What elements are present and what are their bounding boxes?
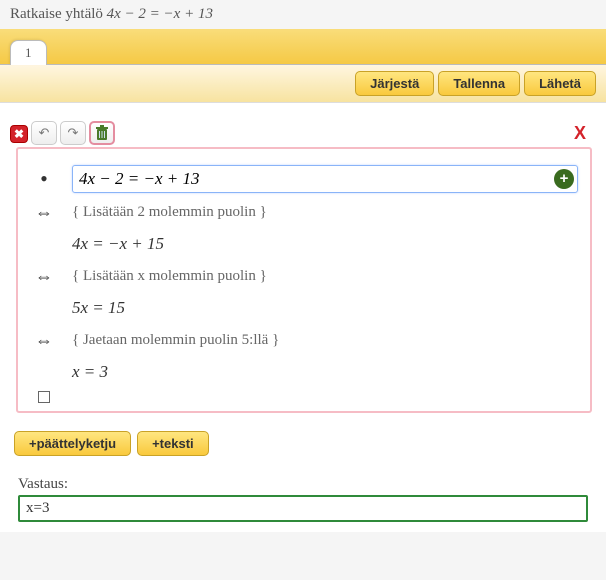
step-row: ⇔ { Lisätään 2 molemmin puolin } xyxy=(30,199,578,225)
iff-icon: ⇔ xyxy=(30,266,58,287)
step-row: 4x = −x + 15 xyxy=(30,231,578,257)
step-row: ⇔ { Lisätään x molemmin puolin } xyxy=(30,263,578,289)
tab-bar: 1 xyxy=(0,29,606,65)
end-marker xyxy=(38,391,50,403)
step-expression: 4x = −x + 15 xyxy=(72,234,578,254)
close-panel-button[interactable]: X xyxy=(568,123,592,144)
sort-button[interactable]: Järjestä xyxy=(355,71,434,96)
tab-1[interactable]: 1 xyxy=(10,40,47,65)
mini-toolbar: ✖ ↶ ↷ X xyxy=(14,121,592,145)
trash-icon xyxy=(95,125,109,141)
answer-label: Vastaus: xyxy=(18,476,588,493)
step-row: x = 3 xyxy=(30,359,578,385)
step-comment: { Lisätään x molemmin puolin } xyxy=(72,268,578,285)
step-row: 5x = 15 xyxy=(30,295,578,321)
close-icon[interactable]: ✖ xyxy=(10,125,28,143)
step-expression: 5x = 15 xyxy=(72,298,578,318)
add-text-button[interactable]: +teksti xyxy=(137,431,209,456)
iff-icon: ⇔ xyxy=(30,330,58,351)
add-chain-button[interactable]: +päättelyketju xyxy=(14,431,131,456)
redo-button[interactable]: ↷ xyxy=(60,121,86,145)
add-step-button[interactable]: + xyxy=(554,169,574,189)
equation-input[interactable]: 4x − 2 = −x + 13 xyxy=(72,165,578,193)
derivation-block: • 4x − 2 = −x + 13 + ⇔ { Lisätään 2 mole… xyxy=(16,147,592,413)
answer-input[interactable]: x=3 xyxy=(18,495,588,522)
action-row: Järjestä Tallenna Lähetä xyxy=(0,65,606,103)
step-row: ⇔ { Jaetaan molemmin puolin 5:llä } xyxy=(30,327,578,353)
answer-block: Vastaus: x=3 xyxy=(14,476,592,522)
redo-icon: ↷ xyxy=(68,125,79,141)
page-title: Ratkaise yhtälö 4x − 2 = −x + 13 xyxy=(0,0,606,29)
step-input-row: • 4x − 2 = −x + 13 + xyxy=(30,165,578,193)
step-comment: { Jaetaan molemmin puolin 5:llä } xyxy=(72,332,578,349)
send-button[interactable]: Lähetä xyxy=(524,71,596,96)
add-buttons-row: +päättelyketju +teksti xyxy=(14,431,592,456)
step-comment: { Lisätään 2 molemmin puolin } xyxy=(72,204,578,221)
undo-icon: ↶ xyxy=(39,125,50,141)
save-button[interactable]: Tallenna xyxy=(438,71,520,96)
trash-button[interactable] xyxy=(89,121,115,145)
undo-button[interactable]: ↶ xyxy=(31,121,57,145)
iff-icon: ⇔ xyxy=(30,202,58,223)
bullet-icon: • xyxy=(30,174,58,184)
step-expression: x = 3 xyxy=(72,362,578,382)
workspace: ✖ ↶ ↷ X • 4x − 2 = −x + 13 + ⇔ { xyxy=(0,103,606,532)
